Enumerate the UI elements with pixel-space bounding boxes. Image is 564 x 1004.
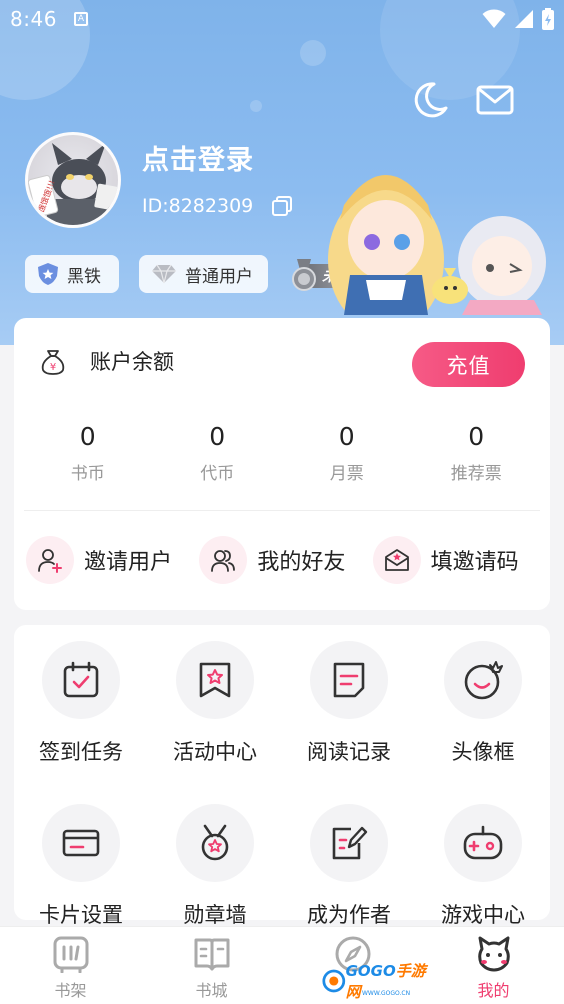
feature-game-center[interactable]: 游戏中心 (416, 804, 550, 929)
tab-bookshelf[interactable]: 书架 (0, 927, 141, 1004)
watermark-text-a: GOGO (345, 962, 396, 980)
rank-badge[interactable]: 黑铁 (25, 255, 119, 293)
feature-activity-center[interactable]: 活动中心 (148, 641, 282, 766)
stat-label: 代币 (200, 464, 235, 484)
gamepad-icon (444, 804, 522, 882)
write-icon (310, 804, 388, 882)
avatar[interactable]: 饿饿饿!!! (25, 132, 121, 228)
friends-icon (199, 536, 248, 584)
stat-label: 月票 (329, 464, 364, 484)
recharge-button[interactable]: 充值 (412, 342, 525, 387)
money-bag-icon: ¥ (41, 350, 65, 375)
stat-value: 0 (209, 422, 226, 451)
tab-label: 书架 (54, 981, 87, 1000)
profile-cat-icon (477, 936, 510, 972)
social-label: 填邀请码 (430, 550, 519, 575)
invite-envelope-icon (372, 536, 421, 584)
feature-grid: 签到任务 活动中心 阅读记录 头像框 卡片设置 勋章墙 成为作者 游戏中心 (14, 641, 550, 929)
user-type-badge[interactable]: 普通用户 (139, 255, 268, 293)
social-label: 邀请用户 (84, 550, 173, 575)
balance-row: ¥ 账户余额 (38, 346, 174, 376)
battery-icon (542, 8, 554, 30)
bookshelf-icon (53, 936, 88, 973)
tab-label: 我的 (477, 981, 510, 1000)
feature-label: 头像框 (451, 740, 515, 764)
tab-book-store[interactable]: 书城 (141, 927, 282, 1004)
mail-icon[interactable] (476, 80, 516, 120)
stat-tokens[interactable]: 0 代币 (153, 422, 283, 484)
tab-label: 书城 (195, 981, 228, 1000)
user-type-label: 普通用户 (185, 266, 253, 287)
feature-label: 阅读记录 (307, 740, 391, 764)
medal-icon (176, 804, 254, 882)
login-button[interactable]: 点击登录 (142, 138, 254, 177)
bottom-tab-bar: 书架 书城 我的 (0, 926, 564, 1004)
user-id: ID:8282309 (142, 195, 254, 217)
enter-invite-code-button[interactable]: 填邀请码 (372, 536, 546, 584)
watermark-logo: GOGO手游网 WWW.GOGO.CN (322, 962, 432, 1001)
rank-label: 黑铁 (67, 266, 101, 287)
mascot-illustration (328, 175, 546, 315)
signal-icon (515, 10, 533, 28)
stat-value: 0 (79, 422, 96, 451)
feature-avatar-frame[interactable]: 头像框 (416, 641, 550, 766)
stat-book-coins[interactable]: 0 书币 (23, 422, 153, 484)
feature-reading-history[interactable]: 阅读记录 (282, 641, 416, 766)
watermark-sub: WWW.GOGO.CN (362, 990, 411, 997)
svg-text:¥: ¥ (50, 362, 56, 373)
status-icons (482, 8, 554, 30)
stat-value: 0 (468, 422, 485, 451)
gamepad-logo-icon (322, 969, 346, 993)
feature-label: 游戏中心 (441, 903, 525, 927)
tab-me[interactable]: 我的 (423, 927, 564, 1004)
stat-recommend-tickets[interactable]: 0 推荐票 (412, 422, 542, 484)
shield-star-icon (38, 263, 58, 285)
feature-label: 活动中心 (173, 740, 257, 764)
bookmark-star-icon (176, 641, 254, 719)
divider (24, 510, 540, 511)
my-friends-button[interactable]: 我的好友 (199, 536, 372, 584)
feature-become-author[interactable]: 成为作者 (282, 804, 416, 929)
night-mode-icon[interactable] (410, 80, 450, 120)
feature-medal-wall[interactable]: 勋章墙 (148, 804, 282, 929)
add-user-icon (26, 536, 74, 584)
calendar-check-icon (42, 641, 120, 719)
feature-label: 勋章墙 (183, 903, 247, 927)
features-card: 签到任务 活动中心 阅读记录 头像框 卡片设置 勋章墙 成为作者 游戏中心 (14, 625, 550, 927)
avatar-frame-icon (444, 641, 522, 719)
social-label: 我的好友 (257, 550, 346, 575)
card-icon (42, 804, 120, 882)
stat-label: 书币 (70, 464, 105, 484)
wifi-icon (482, 9, 506, 28)
diamond-icon (152, 264, 176, 284)
status-bar: 8:46 A (0, 0, 564, 38)
status-time: 8:46 (10, 7, 57, 31)
feature-label: 卡片设置 (39, 903, 123, 927)
balance-title: 账户余额 (90, 350, 174, 374)
copy-icon[interactable] (271, 195, 293, 217)
social-actions: 邀请用户 我的好友 填邀请码 (26, 536, 546, 584)
stat-label: 推荐票 (450, 464, 502, 484)
feature-checkin-tasks[interactable]: 签到任务 (14, 641, 148, 766)
feature-label: 成为作者 (307, 903, 391, 927)
feature-card-settings[interactable]: 卡片设置 (14, 804, 148, 929)
status-a-icon: A (74, 12, 88, 26)
book-store-icon (194, 938, 229, 971)
balance-stats: 0 书币 0 代币 0 月票 0 推荐票 (23, 422, 541, 484)
decor-bubble (300, 40, 326, 66)
feature-label: 签到任务 (39, 740, 123, 764)
account-card: ¥ 账户余额 充值 0 书币 0 代币 0 月票 0 推荐票 邀请用户 我的好友… (14, 318, 550, 610)
stat-monthly-tickets[interactable]: 0 月票 (282, 422, 412, 484)
stat-value: 0 (338, 422, 355, 451)
invite-user-button[interactable]: 邀请用户 (26, 536, 199, 584)
reading-record-icon (310, 641, 388, 719)
decor-bubble (250, 100, 262, 112)
